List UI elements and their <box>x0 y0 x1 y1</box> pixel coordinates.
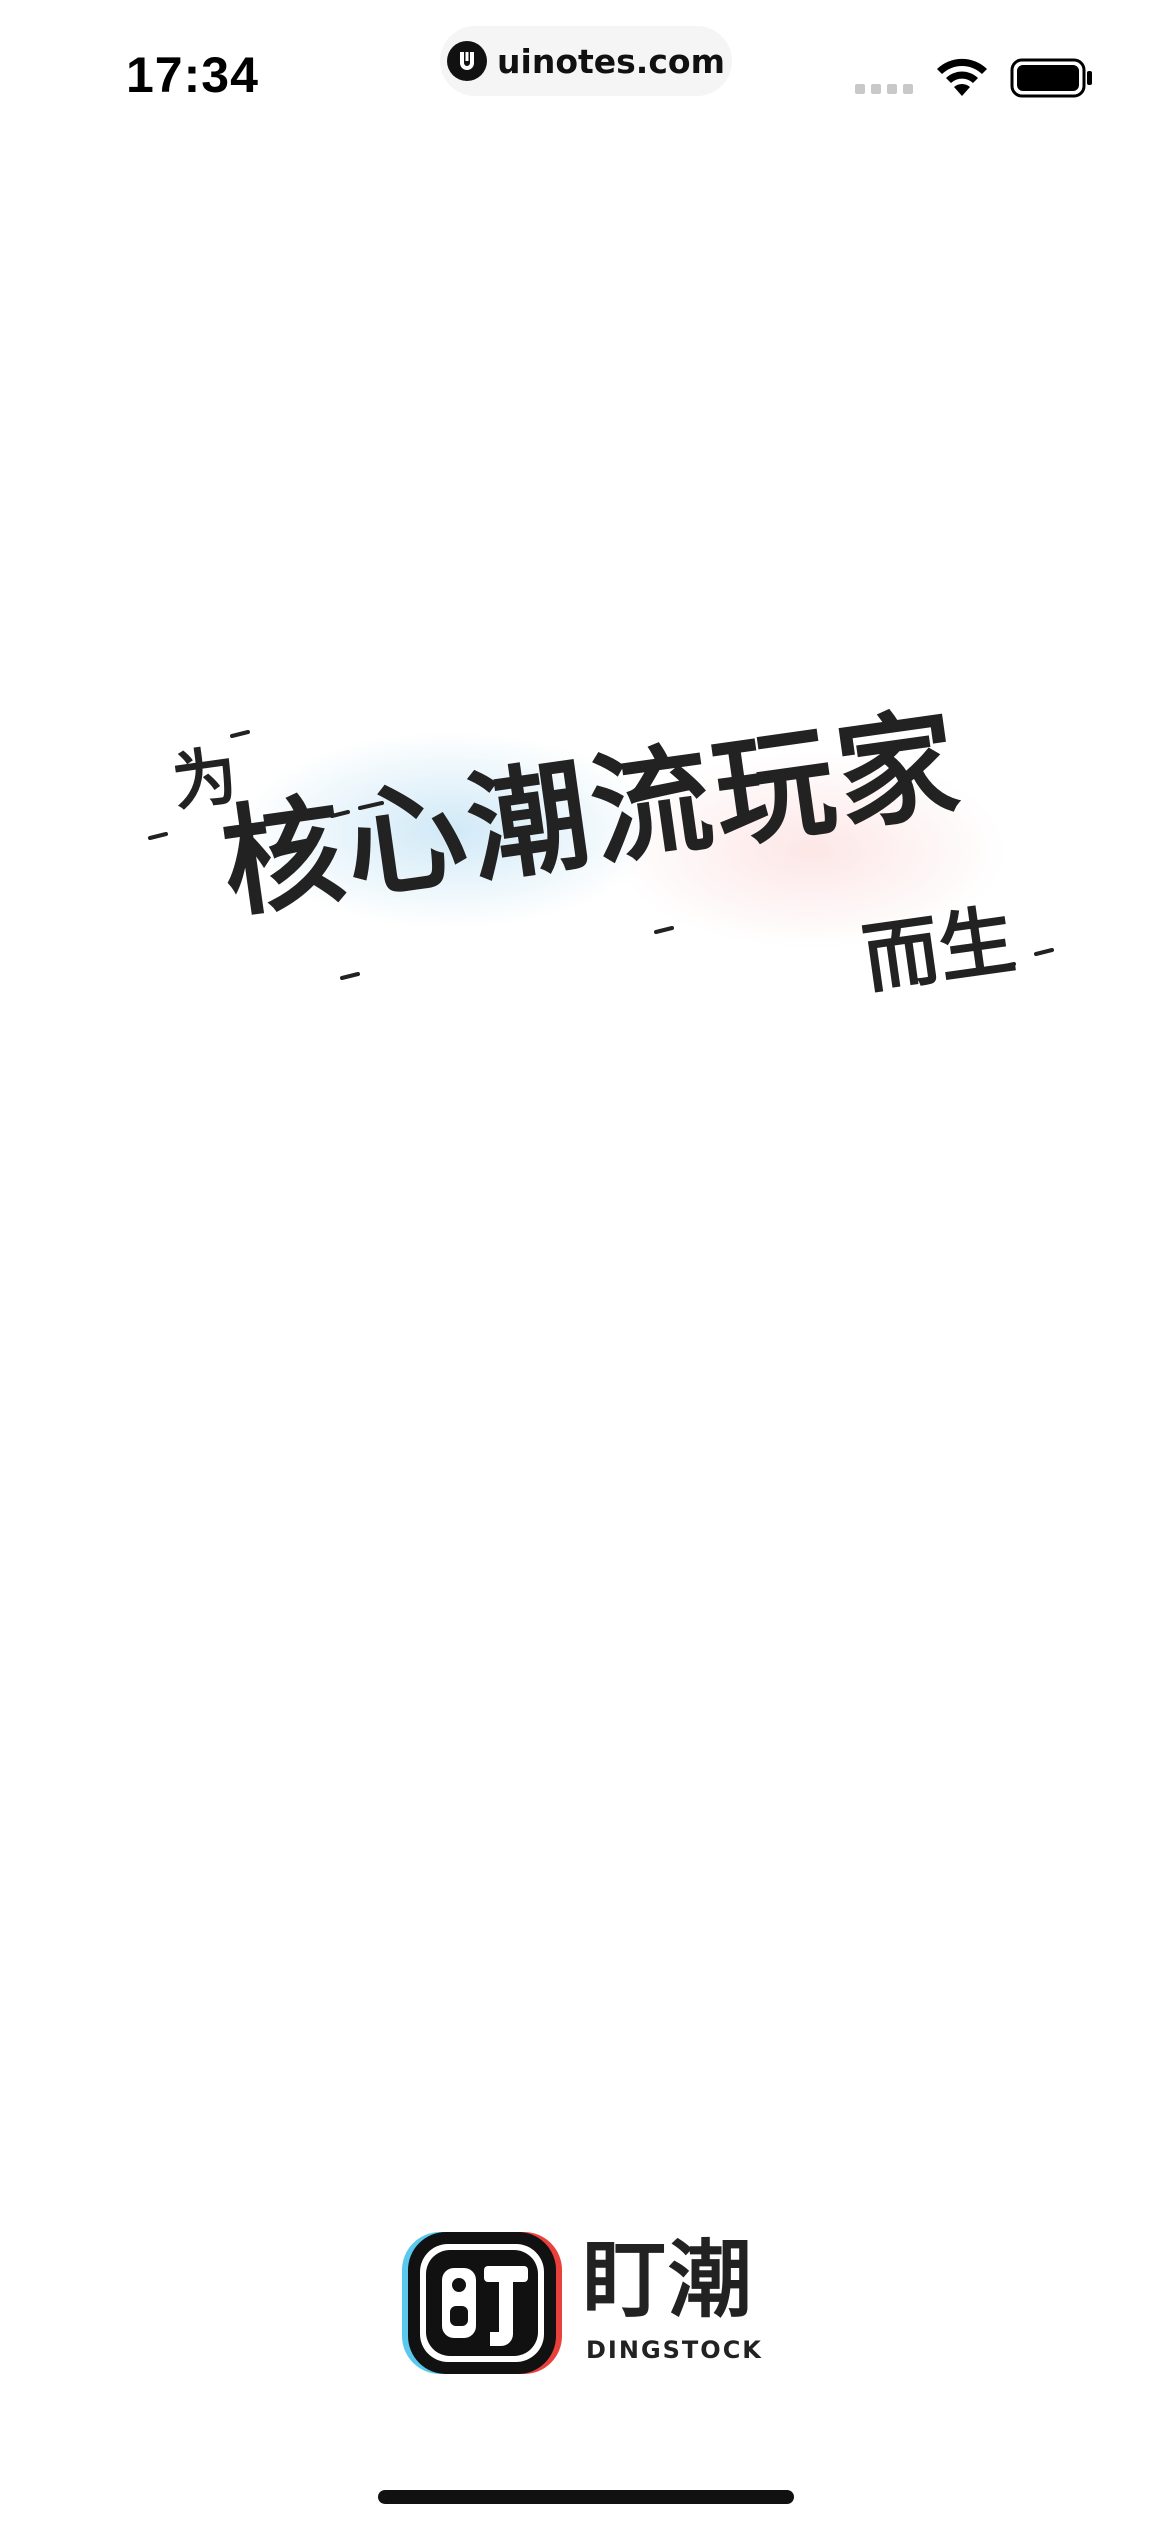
battery-icon <box>1010 58 1092 98</box>
status-time: 17:34 <box>126 47 259 103</box>
brand-name-en: DINGSTOCK <box>586 2336 763 2364</box>
brand-lockup: 盯潮 DINGSTOCK <box>402 2230 782 2380</box>
uinotes-logo-icon <box>447 41 488 81</box>
slogan-suffix: 而生 <box>857 894 1021 1005</box>
slogan-artwork: 为 核心潮流玩家 而生 <box>110 640 1070 1040</box>
status-bar: 17:34 uinotes.com <box>0 0 1170 150</box>
wifi-icon <box>937 58 987 96</box>
url-pill[interactable]: uinotes.com <box>440 26 732 96</box>
url-text: uinotes.com <box>497 41 725 81</box>
cellular-signal-icon <box>855 84 913 94</box>
brand-name-cn: 盯潮 <box>582 2231 755 2329</box>
home-indicator[interactable] <box>378 2490 794 2504</box>
dingstock-logo-icon <box>402 2232 562 2374</box>
